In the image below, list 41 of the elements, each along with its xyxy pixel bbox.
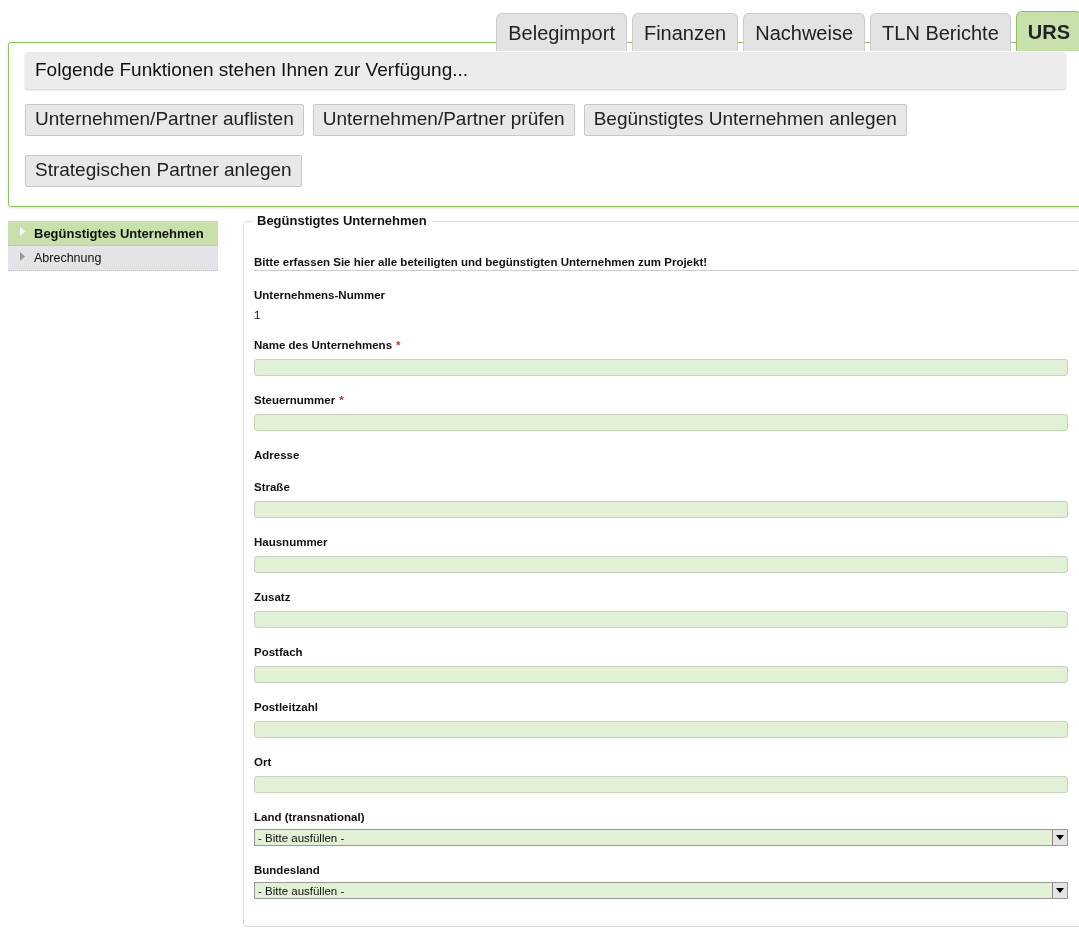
input-field[interactable] (254, 556, 1068, 573)
tab[interactable]: Finanzen (631, 13, 739, 51)
form-intro: Bitte erfassen Sie hier alle beteiligten und begünstigten Unternehmen zum Projekt! (254, 256, 1078, 271)
input-field[interactable] (254, 611, 1068, 628)
field-label: Steuernummer (254, 394, 336, 406)
field-label: Bundesland (254, 864, 320, 876)
tab[interactable]: TLN Berichte (870, 13, 1011, 51)
form-legend: Begünstigtes Unternehmen (252, 213, 432, 228)
function-button[interactable]: Begünstigtes Unternehmen anlegen (583, 104, 907, 136)
sidebar-item[interactable]: Begünstigtes Unternehmen (8, 221, 218, 246)
tab[interactable]: Belegimport (496, 13, 627, 51)
function-button[interactable]: Unternehmen/Partner prüfen (312, 104, 575, 136)
select-field[interactable]: - Bitte ausfüllen - (254, 829, 1068, 846)
functions-heading: Folgende Funktionen stehen Ihnen zur Verfügung... (25, 52, 1066, 89)
input-field[interactable] (254, 776, 1068, 793)
field-label: Adresse (254, 449, 300, 461)
input-field[interactable] (254, 501, 1068, 518)
field-label: Ort (254, 756, 272, 768)
field-label: Name des Unternehmens (254, 339, 393, 351)
tab[interactable]: Nachweise (743, 13, 866, 51)
function-button[interactable]: Unternehmen/Partner auflisten (25, 104, 304, 136)
field-label: Hausnummer (254, 536, 328, 548)
tab[interactable]: URS (1015, 11, 1079, 51)
field-label: Postfach (254, 646, 303, 658)
field-label: Postleitzahl (254, 701, 318, 713)
input-field[interactable] (254, 666, 1068, 683)
field-label: Unternehmens-Nummer (254, 289, 385, 301)
input-field[interactable] (254, 359, 1068, 376)
field-label: Straße (254, 481, 290, 493)
function-button[interactable]: Strategischen Partner anlegen (25, 155, 302, 187)
select-field[interactable]: - Bitte ausfüllen - (254, 882, 1068, 899)
input-field[interactable] (254, 414, 1068, 431)
required-mark: * (339, 394, 344, 406)
triangle-icon (20, 252, 25, 261)
field-label: Zusatz (254, 591, 291, 603)
sidebar-item[interactable]: Abrechnung (8, 246, 218, 271)
field-value: 1 (254, 309, 262, 321)
field-label: Land (transnational) (254, 811, 365, 823)
input-field[interactable] (254, 721, 1068, 738)
required-mark: * (396, 339, 401, 351)
triangle-icon (20, 227, 25, 236)
